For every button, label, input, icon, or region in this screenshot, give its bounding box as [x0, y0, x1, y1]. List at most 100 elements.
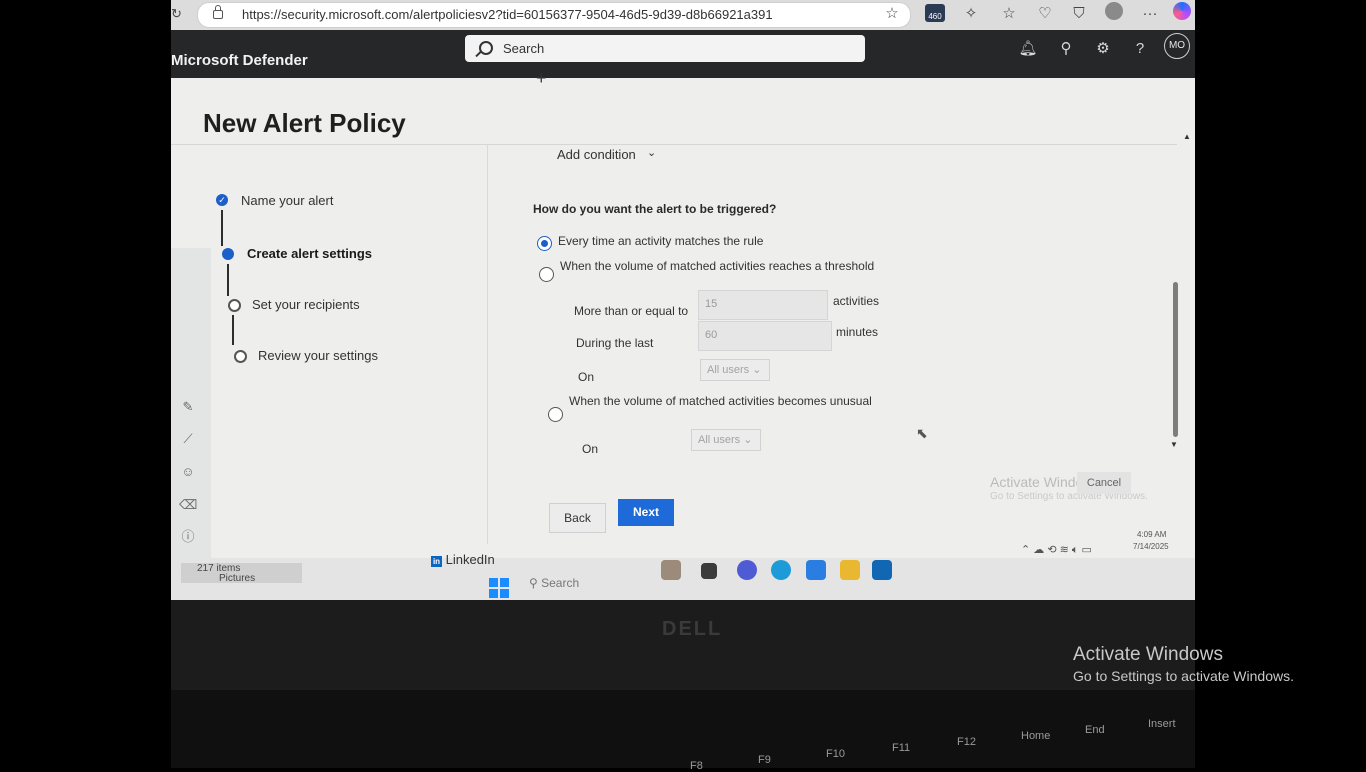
scroll-down-icon[interactable]: ▼: [1170, 440, 1178, 449]
clock-time[interactable]: 4:09 AM: [1137, 530, 1166, 539]
linkedin-label: LinkedIn: [445, 552, 495, 567]
title-divider: [171, 144, 1177, 145]
key-f8: F8: [690, 760, 703, 772]
people-icon[interactable]: ☺: [179, 463, 197, 481]
key-f9: F9: [758, 754, 771, 766]
step-set-your-recipients[interactable]: Set your recipients: [252, 297, 360, 312]
radio-every-time[interactable]: [537, 236, 552, 251]
windows-taskbar: [171, 558, 1195, 600]
during-input[interactable]: 60: [698, 321, 832, 351]
step-done-check-icon: ✓: [216, 194, 228, 206]
edge-icon[interactable]: [771, 560, 791, 580]
step-review-your-settings[interactable]: Review your settings: [258, 348, 378, 363]
dell-logo: DELL: [662, 618, 723, 640]
scrollbar-thumb[interactable]: [1173, 282, 1178, 437]
wizard-divider: [487, 144, 488, 544]
app-header: Microsoft Defender Search 🔔︎ ⚲ ⚙ ?: [171, 30, 1195, 78]
community-icon[interactable]: ⚲: [1055, 38, 1077, 60]
wizard-steps: ✓ Name your alert Create alert settings …: [211, 178, 471, 378]
mouse-cursor-icon: ⬉: [916, 425, 928, 441]
refresh-icon[interactable]: ↻: [171, 7, 182, 21]
step-current-dot-icon: [222, 248, 234, 260]
help-icon[interactable]: ?: [1129, 38, 1151, 60]
plus-icon: +: [536, 68, 547, 88]
chevron-down-icon: ⌄: [647, 147, 657, 159]
outlook-icon[interactable]: [872, 560, 892, 580]
step-create-alert-settings[interactable]: Create alert settings: [247, 246, 372, 261]
widgets-icon[interactable]: [661, 560, 681, 580]
step-pending-circle-icon: [228, 299, 241, 312]
laptop-screen: ↻ https://security.microsoft.com/alertpo…: [171, 0, 1195, 600]
more-options-icon[interactable]: ···: [1140, 4, 1160, 24]
trigger-question: How do you want the alert to be triggere…: [533, 202, 777, 216]
back-button[interactable]: Back: [549, 503, 606, 533]
chevron-down-icon: ⌄: [743, 434, 753, 446]
step-name-your-alert[interactable]: Name your alert: [241, 193, 333, 208]
extensions-puzzle-icon[interactable]: ✧: [961, 4, 981, 24]
url-text[interactable]: https://security.microsoft.com/alertpoli…: [242, 7, 773, 22]
windows-start-icon[interactable]: [489, 578, 509, 598]
linkedin-icon: in: [431, 556, 442, 567]
key-home: Home: [1021, 730, 1051, 742]
key-f11: F11: [892, 742, 911, 754]
copilot-icon[interactable]: [1173, 2, 1191, 20]
pen-icon[interactable]: ✎: [179, 398, 197, 416]
unusual-on-label: On: [582, 442, 599, 456]
chart-icon[interactable]: ⟋: [179, 430, 197, 448]
file-explorer-icon[interactable]: [840, 560, 860, 580]
settings-gear-icon[interactable]: ⚙: [1092, 38, 1114, 60]
key-end: End: [1085, 724, 1105, 736]
key-f10: F10: [826, 748, 845, 760]
during-unit: minutes: [836, 325, 879, 339]
clock-date[interactable]: 7/14/2025: [1133, 542, 1169, 551]
global-search-input[interactable]: Search: [465, 35, 865, 62]
during-label: During the last: [576, 336, 654, 350]
threshold-input[interactable]: 15: [698, 290, 828, 320]
favorite-star-icon[interactable]: ☆: [882, 4, 902, 24]
left-nav-rail: ✎ ⟋ ☺ ⌫ ⓘ: [171, 248, 211, 558]
search-placeholder: Search: [503, 41, 545, 56]
task-view-icon[interactable]: [701, 563, 717, 579]
search-icon: [479, 41, 493, 55]
avatar[interactable]: MO: [1164, 33, 1190, 59]
on-users-value: All users: [707, 364, 750, 376]
radio-unusual[interactable]: [548, 407, 563, 422]
key-insert: Insert: [1148, 718, 1176, 730]
health-icon[interactable]: ♡: [1035, 4, 1055, 24]
teams-chat-icon[interactable]: [737, 560, 757, 580]
unusual-on-users-select[interactable]: All users ⌄: [691, 429, 761, 451]
step-connector: [232, 315, 234, 345]
laptop-keyboard: [171, 690, 1195, 768]
store-icon[interactable]: [806, 560, 826, 580]
step-connector: [227, 264, 229, 296]
browser-toolbar: ↻ https://security.microsoft.com/alertpo…: [171, 0, 1195, 30]
add-condition-label: Add condition: [557, 147, 636, 162]
address-bar[interactable]: https://security.microsoft.com/alertpoli…: [197, 2, 911, 28]
next-button[interactable]: Next: [618, 499, 674, 526]
notifications-bell-icon[interactable]: 🔔︎: [1017, 38, 1039, 60]
taskbar-search-label: Search: [541, 576, 580, 590]
favorites-icon[interactable]: ☆: [999, 4, 1019, 24]
radio-every-time-label[interactable]: Every time an activity matches the rule: [558, 234, 763, 248]
system-tray-icons[interactable]: ⌃ ☁ ⟲ ≋ 🔈︎ ▭: [1021, 543, 1092, 557]
radio-threshold-label[interactable]: When the volume of matched activities re…: [560, 259, 874, 273]
shield-icon[interactable]: ⛉: [1069, 4, 1089, 24]
threshold-unit: activities: [833, 294, 880, 308]
during-value: 60: [705, 329, 718, 341]
trash-icon[interactable]: ⌫: [179, 496, 197, 514]
explorer-pictures-label[interactable]: Pictures: [219, 573, 255, 584]
linkedin-taskbar-item[interactable]: in LinkedIn: [431, 552, 495, 567]
info-icon[interactable]: ⓘ: [179, 528, 197, 546]
scroll-up-icon[interactable]: ▲: [1183, 132, 1191, 141]
taskbar-search[interactable]: ⚲ Search: [529, 576, 579, 590]
step-pending-circle-icon: [234, 350, 247, 363]
radio-threshold[interactable]: [539, 267, 554, 282]
profile-icon[interactable]: [1105, 2, 1123, 20]
extension-badge-icon[interactable]: 460: [925, 4, 945, 22]
radio-unusual-label[interactable]: When the volume of matched activities be…: [569, 394, 872, 408]
step-connector: [221, 210, 223, 246]
page-title: New Alert Policy: [203, 108, 406, 138]
app-title[interactable]: Microsoft Defender: [171, 52, 308, 69]
on-users-select[interactable]: All users ⌄: [700, 359, 770, 381]
cancel-button[interactable]: Cancel: [1077, 472, 1131, 494]
